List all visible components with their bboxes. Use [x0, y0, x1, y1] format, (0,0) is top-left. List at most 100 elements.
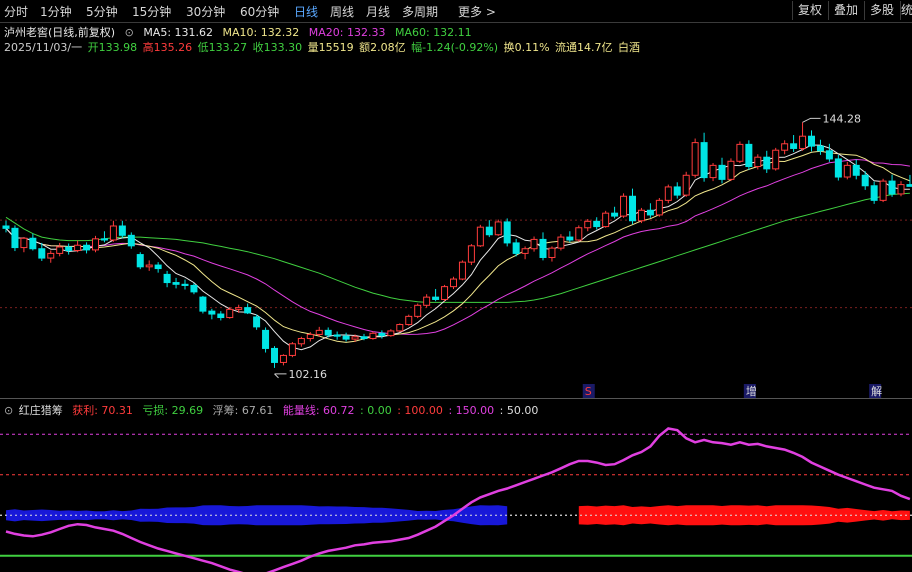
candle-body-35: [315, 329, 323, 335]
multi-stock-button[interactable]: 多股: [864, 1, 899, 20]
candle-7: [65, 243, 73, 255]
candle-6: [56, 242, 64, 257]
candle-body-22: [199, 296, 207, 312]
change-pct: 幅-1.24(-0.92%): [411, 41, 499, 54]
candle-19: [172, 277, 180, 289]
candle-82: [736, 141, 744, 164]
overlay-button[interactable]: 叠加: [828, 1, 863, 20]
ma60-line: [5, 192, 910, 303]
candle-60: [539, 232, 547, 261]
candle-5: [47, 250, 55, 263]
signal-s-marker: S: [585, 385, 592, 398]
candle-14: [127, 232, 135, 249]
candle-46: [414, 303, 422, 319]
candle-58: [521, 246, 529, 260]
candle-94: [843, 161, 851, 180]
indicator-v150: : 150.00: [448, 404, 495, 417]
max-price-pointer: [802, 117, 821, 123]
candle-10: [92, 235, 99, 253]
indicator-settings-icon[interactable]: ⊙: [4, 404, 13, 417]
candle-body-76: [682, 174, 690, 196]
candle-body-60: [539, 238, 547, 258]
candle-body-98: [879, 180, 887, 201]
candle-body-57: [512, 242, 520, 254]
candle-80: [718, 157, 726, 184]
candle-13: [118, 220, 126, 239]
candle-29: [262, 327, 270, 353]
candle-101: [906, 174, 912, 187]
indicator-loss: 亏损: 29.69: [142, 404, 204, 417]
candle-37: [333, 331, 341, 340]
candle-body-29: [262, 329, 270, 349]
candle-59: [530, 236, 538, 252]
candle-30: [271, 346, 278, 368]
candle-body-89: [799, 135, 807, 149]
candle-28: [253, 314, 261, 330]
tab-monthly[interactable]: 月线: [366, 3, 390, 20]
tab-30min[interactable]: 30分钟: [186, 3, 225, 20]
candle-body-1: [11, 227, 19, 249]
float-shares: 流通14.7亿: [555, 41, 613, 54]
candle-70: [629, 188, 636, 225]
candle-body-2: [20, 237, 28, 249]
tab-intraday[interactable]: 分时: [4, 3, 28, 20]
candle-76: [682, 171, 690, 197]
candle-85: [763, 150, 771, 173]
ma10-value: MA10: 132.32: [222, 26, 300, 39]
candle-body-52: [467, 245, 475, 263]
min-price-pointer: [274, 373, 287, 379]
tab-multi-period[interactable]: 多周期: [402, 3, 438, 20]
candle-72: [646, 203, 654, 218]
candle-55: [494, 219, 502, 236]
candle-50: [450, 276, 457, 289]
candlestick-chart[interactable]: 144.28 102.16 S 增 解: [0, 54, 912, 398]
candle-52: [467, 244, 475, 266]
adjust-button[interactable]: 复权: [792, 1, 827, 20]
candle-body-39: [351, 336, 359, 340]
candle-41: [369, 331, 377, 340]
candle-body-73: [655, 199, 663, 216]
tab-5min[interactable]: 5分钟: [86, 3, 118, 20]
candle-33: [297, 336, 305, 347]
candle-68: [611, 206, 619, 219]
tab-weekly[interactable]: 周线: [330, 3, 354, 20]
candle-95: [852, 159, 860, 180]
candle-body-69: [620, 195, 628, 217]
indicator-chart[interactable]: [0, 418, 912, 572]
candle-body-55: [494, 221, 502, 236]
candle-body-38: [342, 335, 350, 340]
tab-more[interactable]: 更多 >: [458, 3, 496, 20]
candle-body-92: [825, 150, 833, 160]
candle-11: [100, 231, 108, 243]
candle-49: [441, 284, 449, 302]
candle-42: [378, 330, 386, 339]
candle-63: [566, 231, 574, 243]
candle-body-65: [584, 220, 592, 229]
amount: 额2.08亿: [359, 41, 406, 54]
candle-20: [181, 279, 189, 290]
tab-1min[interactable]: 1分钟: [40, 3, 72, 20]
candle-body-13: [118, 225, 126, 236]
open-price: 开133.98: [87, 41, 138, 54]
candle-body-77: [691, 142, 699, 176]
candle-17: [154, 262, 162, 273]
candle-body-3: [29, 237, 37, 250]
candle-23: [208, 308, 216, 320]
candle-body-45: [405, 315, 413, 326]
candle-body-66: [593, 220, 601, 228]
tab-15min[interactable]: 15分钟: [132, 3, 171, 20]
candle-1: [11, 225, 19, 252]
stats-button[interactable]: 统: [900, 1, 912, 20]
candle-body-59: [530, 238, 538, 250]
tab-daily[interactable]: 日线: [294, 3, 318, 20]
candle-body-88: [790, 143, 798, 149]
candle-body-10: [92, 238, 99, 251]
candle-body-85: [763, 156, 771, 170]
tab-60min[interactable]: 60分钟: [240, 3, 279, 20]
indicator-energy: 能量线: 60.72: [282, 404, 355, 417]
candle-66: [593, 217, 601, 230]
candle-body-53: [476, 226, 484, 247]
candle-54: [485, 220, 493, 238]
settings-icon[interactable]: ⊙: [125, 26, 134, 39]
candle-body-79: [709, 164, 717, 179]
